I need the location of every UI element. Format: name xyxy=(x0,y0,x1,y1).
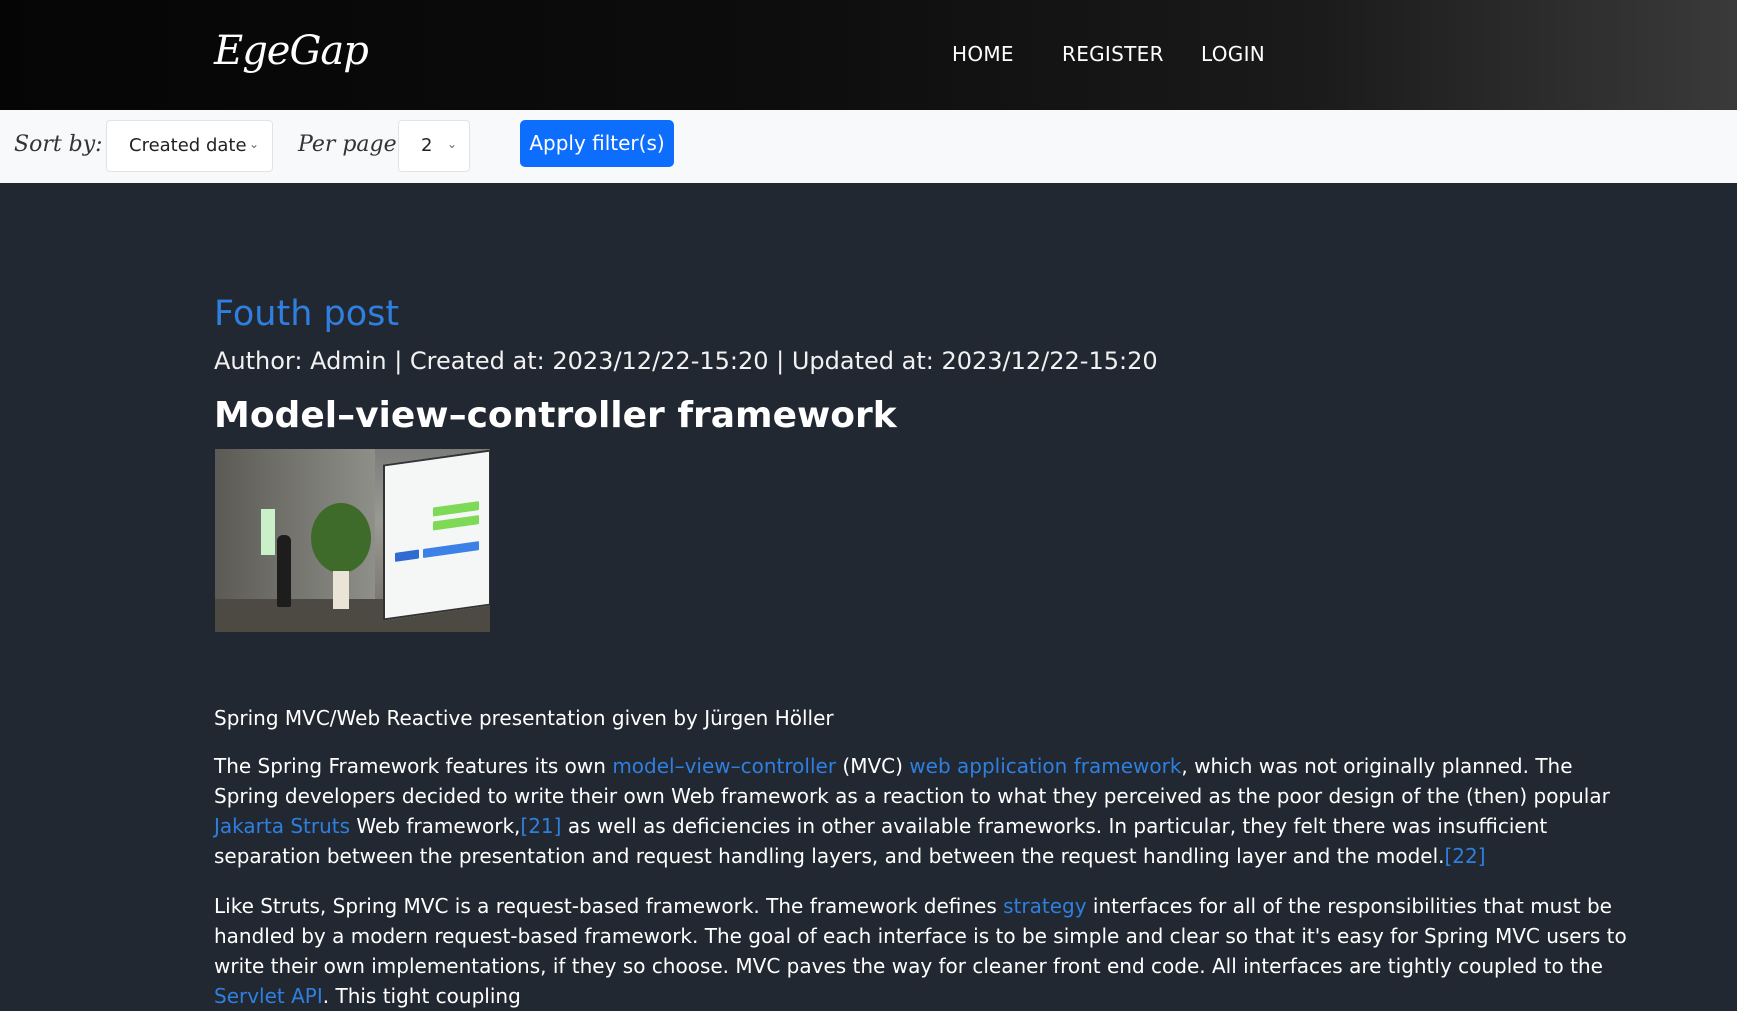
per-page-select[interactable]: 2 ⌄ xyxy=(398,120,470,172)
article-paragraph-2: Like Struts, Spring MVC is a request-bas… xyxy=(214,894,1627,1008)
sort-select[interactable]: Created date ⌄ xyxy=(106,120,273,172)
article-paragraph-1: The Spring Framework features its own mo… xyxy=(214,754,1610,868)
article-photo xyxy=(215,449,490,632)
filter-bar: Sort by: Created date ⌄ Per page: 2 ⌄ xyxy=(0,110,1737,183)
link-servlet-api[interactable]: Servlet API xyxy=(214,984,323,1008)
sort-select-value: Created date xyxy=(129,135,247,156)
site-logo[interactable]: EgeGap xyxy=(214,28,369,74)
site-header: EgeGap HOME REGISTER LOGIN xyxy=(0,0,1737,110)
chevron-down-icon: ⌄ xyxy=(249,137,260,151)
nav-register[interactable]: REGISTER xyxy=(1062,42,1164,66)
post-title-link[interactable]: Fouth post xyxy=(214,294,399,334)
reference-link-21[interactable]: [21] xyxy=(520,814,561,838)
per-page-select-value: 2 xyxy=(421,135,433,156)
image-caption: Spring MVC/Web Reactive presentation giv… xyxy=(214,706,834,730)
reference-link-22[interactable]: [22] xyxy=(1444,844,1485,868)
link-strategy[interactable]: strategy xyxy=(1003,894,1086,918)
post-meta: Author: Admin | Created at: 2023/12/22-1… xyxy=(214,347,1158,375)
link-jakarta-struts[interactable]: Jakarta Struts xyxy=(214,814,350,838)
link-mvc[interactable]: model–view–controller xyxy=(612,754,836,778)
nav-home[interactable]: HOME xyxy=(952,42,1014,66)
sort-label: Sort by: xyxy=(14,132,103,157)
apply-filters-button[interactable]: Apply filter(s) xyxy=(520,120,674,167)
nav-login[interactable]: LOGIN xyxy=(1201,42,1265,66)
article-heading: Model–view–controller framework xyxy=(214,395,897,436)
per-page-label: Per page: xyxy=(298,132,405,157)
link-web-application-framework[interactable]: web application framework xyxy=(909,754,1181,778)
chevron-down-icon: ⌄ xyxy=(447,137,458,151)
